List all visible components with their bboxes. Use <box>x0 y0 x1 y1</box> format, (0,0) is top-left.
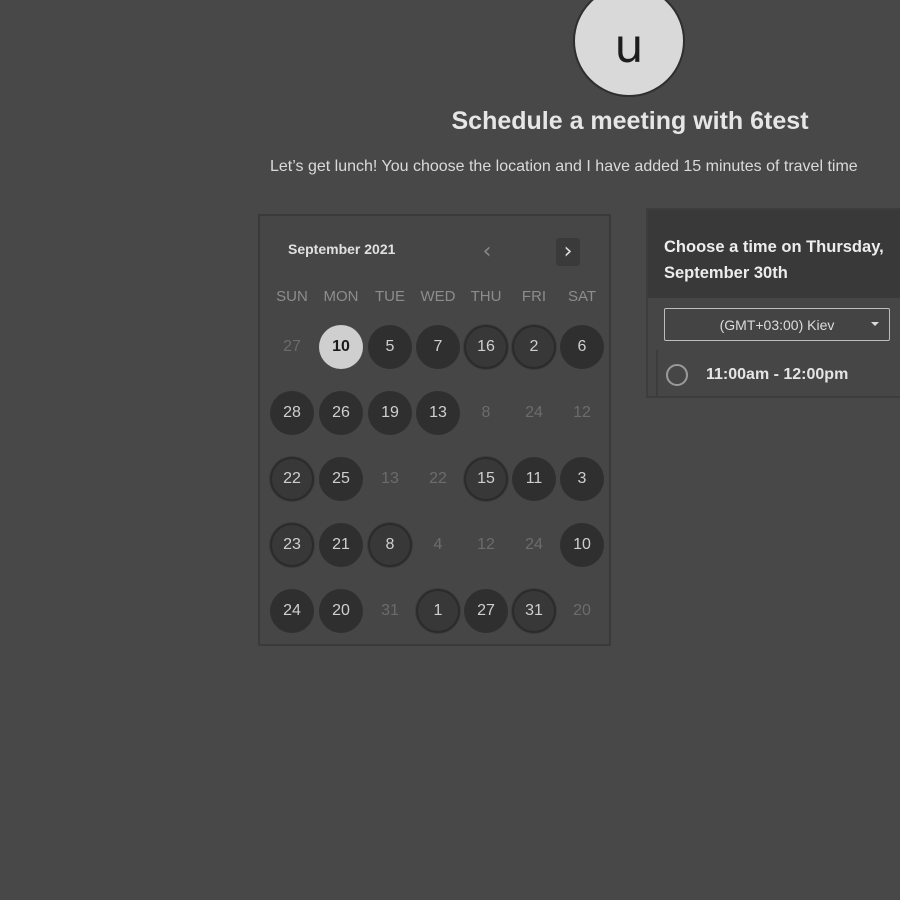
calendar-day[interactable]: 1 <box>416 589 460 633</box>
calendar-day[interactable]: 15 <box>464 457 508 501</box>
calendar-day[interactable]: 7 <box>416 325 460 369</box>
calendar-day[interactable]: 6 <box>560 325 604 369</box>
weekday-mon: MON <box>323 288 359 305</box>
calendar-day[interactable]: 20 <box>319 589 363 633</box>
calendar-day[interactable]: 8 <box>368 523 412 567</box>
radio-icon[interactable] <box>666 364 688 386</box>
calendar-day: 4 <box>433 536 443 553</box>
calendar: September 2021 ‹ › SUN MON TUE WED THU FRI SAT… <box>258 214 611 646</box>
weekday-header-row: SUN MON TUE WED THU FRI SAT <box>260 288 609 308</box>
calendar-day: 12 <box>477 536 495 553</box>
calendar-day[interactable]: 3 <box>560 457 604 501</box>
calendar-day[interactable]: 19 <box>368 391 412 435</box>
calendar-day[interactable]: 24 <box>270 589 314 633</box>
chevron-down-icon <box>871 322 879 326</box>
weekday-thu: THU <box>470 288 502 305</box>
calendar-day: 24 <box>525 404 543 421</box>
meeting-description: Let’s get lunch! You choose the location… <box>270 158 858 175</box>
weekday-fri: FRI <box>521 288 547 305</box>
calendar-day[interactable]: 21 <box>319 523 363 567</box>
time-slot-label: 11:00am - 12:00pm <box>706 366 849 383</box>
calendar-day[interactable]: 22 <box>270 457 314 501</box>
chevron-left-icon[interactable]: ‹ <box>475 238 499 266</box>
weekday-wed: WED <box>420 288 456 305</box>
calendar-day: 24 <box>525 536 543 553</box>
calendar-day: 8 <box>481 404 491 421</box>
timezone-value: (GMT+03:00) Kiev <box>719 316 835 333</box>
weekday-tue: TUE <box>375 288 405 305</box>
calendar-day[interactable]: 28 <box>270 391 314 435</box>
calendar-month-label: September 2021 <box>288 241 396 257</box>
calendar-day[interactable]: 26 <box>319 391 363 435</box>
calendar-day: 12 <box>573 404 591 421</box>
calendar-day[interactable]: 31 <box>512 589 556 633</box>
time-picker-panel: Choose a time on Thursday, September 30t… <box>646 208 900 398</box>
time-picker-heading: Choose a time on Thursday, September 30t… <box>664 238 884 282</box>
calendar-day[interactable]: 16 <box>464 325 508 369</box>
slot-divider <box>656 350 658 396</box>
time-slot-option[interactable]: 11:00am - 12:00pm <box>666 360 900 390</box>
timezone-select[interactable]: (GMT+03:00) Kiev <box>664 308 890 341</box>
page-title: Schedule a meeting with 6test <box>451 107 809 135</box>
calendar-day: 20 <box>573 602 591 619</box>
host-avatar: u <box>573 0 685 97</box>
calendar-day[interactable]: 10 <box>560 523 604 567</box>
calendar-day[interactable]: 5 <box>368 325 412 369</box>
calendar-day-selected[interactable]: 10 <box>319 325 363 369</box>
time-picker-header: Choose a time on Thursday, September 30t… <box>648 210 900 298</box>
calendar-day[interactable]: 23 <box>270 523 314 567</box>
calendar-day[interactable]: 27 <box>464 589 508 633</box>
calendar-day[interactable]: 13 <box>416 391 460 435</box>
calendar-day: 27 <box>283 338 301 355</box>
weekday-sun: SUN <box>276 288 308 305</box>
calendar-day: 22 <box>429 470 447 487</box>
weekday-sat: SAT <box>567 288 597 305</box>
calendar-day: 13 <box>381 470 399 487</box>
avatar-letter: u <box>614 19 644 73</box>
chevron-right-icon[interactable]: › <box>556 238 580 266</box>
calendar-day[interactable]: 25 <box>319 457 363 501</box>
calendar-day[interactable]: 11 <box>512 457 556 501</box>
calendar-day[interactable]: 2 <box>512 325 556 369</box>
calendar-day: 31 <box>381 602 399 619</box>
